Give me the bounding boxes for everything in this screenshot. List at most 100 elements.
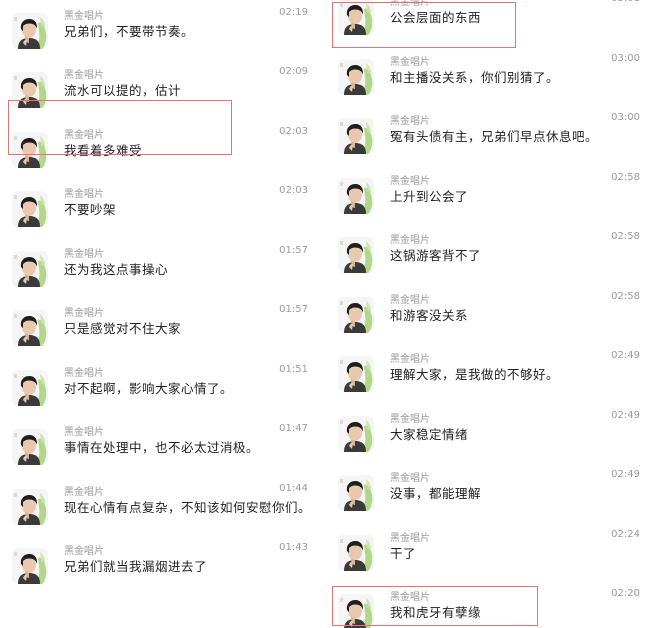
user-avatar-icon[interactable]: [12, 369, 48, 406]
chat-message[interactable]: 黑金唱片 01:57 还为我这点事操心: [0, 245, 318, 297]
message-timestamp: 03:00: [611, 52, 640, 64]
message-text: 和游客没关系: [390, 307, 469, 323]
user-avatar-icon[interactable]: [12, 548, 48, 584]
avatar-image: [12, 488, 48, 525]
sender-name: 黑金唱片: [64, 546, 104, 557]
chat-message[interactable]: 黑金唱片 01:51 对不起啊，影响大家心情了。: [0, 364, 318, 416]
column-separator: [318, 0, 326, 628]
avatar-image: [12, 548, 48, 584]
message-timestamp: 02:49: [611, 350, 640, 361]
sender-name: 黑金唱片: [64, 10, 104, 22]
message-timestamp: 01:51: [279, 363, 308, 375]
user-avatar-icon[interactable]: [12, 488, 48, 525]
chat-message[interactable]: 黑金唱片 01:43 兄弟们就当我漏烟进去了: [0, 542, 318, 594]
left-chat-column[interactable]: 知道你们难受，我更难受。 黑金唱片02:19兄弟们，不要带节奏。 黑金唱片02:…: [0, 0, 318, 628]
user-avatar-icon[interactable]: [338, 0, 374, 35]
avatar-image: [338, 58, 374, 95]
message-text: 兄弟们，不要带节奏。: [64, 23, 195, 39]
user-avatar-icon[interactable]: [12, 131, 48, 168]
user-avatar-icon[interactable]: [12, 12, 48, 49]
message-timestamp: 01:47: [279, 423, 308, 434]
chat-message[interactable]: 黑金唱片 02:19 兄弟们，不要带节奏。: [0, 7, 318, 59]
user-avatar-icon[interactable]: [12, 429, 48, 465]
chat-message[interactable]: 黑金唱片 02:49 理解大家，是我做的不够好。: [326, 350, 650, 402]
chat-message[interactable]: 黑金唱片 03:00 和主播没关系，你们别猜了。: [326, 53, 650, 105]
user-avatar-icon[interactable]: [338, 356, 374, 392]
chat-message[interactable]: 黑金唱片 02:09 流水可以提的，估计: [0, 66, 318, 118]
chat-message[interactable]: 黑金唱片 02:03 我看着多难受: [0, 126, 318, 178]
message-text: 这锅游客背不了: [390, 248, 482, 263]
sender-name: 黑金唱片: [390, 532, 430, 544]
message-text: 我和虎牙有孽缘: [390, 605, 482, 620]
chat-message[interactable]: 黑金唱片03:01公会层面的东西: [326, 0, 650, 45]
user-avatar-icon[interactable]: [338, 415, 374, 452]
message-text: 还为我这点事操心: [64, 261, 169, 277]
avatar-image: [12, 72, 48, 108]
chat-message[interactable]: 黑金唱片 02:03 不要吵架: [0, 185, 318, 237]
message-timestamp: 02:58: [611, 171, 640, 183]
user-avatar-icon[interactable]: [338, 296, 374, 333]
chat-message[interactable]: 黑金唱片 02:58 这锅游客背不了: [326, 231, 650, 283]
user-avatar-icon[interactable]: [12, 250, 48, 287]
user-avatar-icon[interactable]: [338, 534, 374, 571]
avatar-image: [12, 12, 48, 49]
sender-name: 黑金唱片: [64, 189, 104, 200]
chat-message[interactable]: 黑金唱片 01:57 只是感觉对不住大家: [0, 304, 318, 356]
message-timestamp: 01:57: [279, 244, 308, 256]
message-text: 大家稳定情绪: [390, 426, 469, 442]
sender-name: 黑金唱片: [390, 592, 430, 603]
user-avatar-icon[interactable]: [12, 310, 48, 346]
message-text: 冤有头债有主，兄弟们早点休息吧。: [390, 129, 599, 144]
message-timestamp: 01:44: [279, 482, 308, 494]
chat-message[interactable]: 黑金唱片 01:47 事情在处理中，也不必太过消极。: [0, 423, 318, 475]
message-text: 流水可以提的，估计: [64, 83, 182, 98]
sender-name: 黑金唱片: [64, 129, 104, 141]
sender-name: 黑金唱片: [64, 70, 104, 81]
message-timestamp: 02:03: [279, 125, 308, 137]
chat-message[interactable]: 黑金唱片 02:20 我和虎牙有孽缘: [326, 588, 650, 628]
message-text: 我看着多难受: [64, 142, 143, 158]
user-avatar-icon[interactable]: [12, 72, 48, 108]
chat-message[interactable]: 黑金唱片 03:00 冤有头债有主，兄弟们早点休息吧。: [326, 112, 650, 164]
avatar-image: [12, 310, 48, 346]
message-timestamp: 02:03: [279, 185, 308, 196]
avatar-image: [338, 594, 374, 628]
message-text: 事情在处理中，也不必太过消极。: [64, 440, 260, 455]
right-chat-column[interactable]: 黑金唱片03:01公会层面的东西 黑金唱片03:00和主播没关系，你们别猜了。 …: [326, 0, 650, 628]
chat-message[interactable]: 黑金唱片 01:44 现在心情有点复杂，不知该如何安慰你们。: [0, 483, 318, 535]
user-avatar-icon[interactable]: [338, 177, 374, 214]
sender-name: 黑金唱片: [64, 367, 104, 379]
user-avatar-icon[interactable]: [338, 118, 374, 154]
message-text: 兄弟们就当我漏烟进去了: [64, 559, 208, 574]
message-timestamp: 03:01: [611, 0, 640, 4]
avatar-image: [12, 369, 48, 406]
user-avatar-icon[interactable]: [338, 237, 374, 273]
message-timestamp: 02:09: [279, 66, 308, 77]
avatar-image: [338, 177, 374, 214]
message-text: 和主播没关系，你们别猜了。: [390, 69, 560, 85]
chat-message[interactable]: 黑金唱片 02:58 上升到公会了: [326, 172, 650, 224]
chat-message[interactable]: 黑金唱片 02:58 和游客没关系: [326, 291, 650, 343]
user-avatar-icon[interactable]: [338, 58, 374, 95]
sender-name: 黑金唱片: [390, 116, 430, 127]
chat-screenshot-collage: 知道你们难受，我更难受。 黑金唱片02:19兄弟们，不要带节奏。 黑金唱片02:…: [0, 0, 650, 628]
chat-message[interactable]: 黑金唱片 02:24 干了: [326, 529, 650, 581]
sender-name: 黑金唱片: [390, 56, 430, 68]
avatar-image: [338, 0, 374, 35]
message-timestamp: 02:58: [611, 231, 640, 242]
sender-name: 黑金唱片: [390, 294, 430, 306]
message-text: 干了: [390, 545, 417, 561]
user-avatar-icon[interactable]: [338, 594, 374, 628]
message-text: 对不起啊，影响大家心情了。: [64, 380, 234, 396]
user-avatar-icon[interactable]: [338, 475, 374, 511]
message-text: 上升到公会了: [390, 188, 469, 204]
avatar-image: [338, 356, 374, 392]
avatar-image: [338, 415, 374, 452]
message-text: 现在心情有点复杂，不知该如何安慰你们。: [64, 499, 312, 515]
chat-message[interactable]: 黑金唱片 02:49 大家稳定情绪: [326, 410, 650, 462]
message-timestamp: 02:20: [611, 588, 640, 599]
chat-message[interactable]: 黑金唱片 02:49 没事，都能理解: [326, 469, 650, 521]
sender-name: 黑金唱片: [64, 248, 104, 260]
avatar-image: [12, 429, 48, 465]
user-avatar-icon[interactable]: [12, 191, 48, 227]
